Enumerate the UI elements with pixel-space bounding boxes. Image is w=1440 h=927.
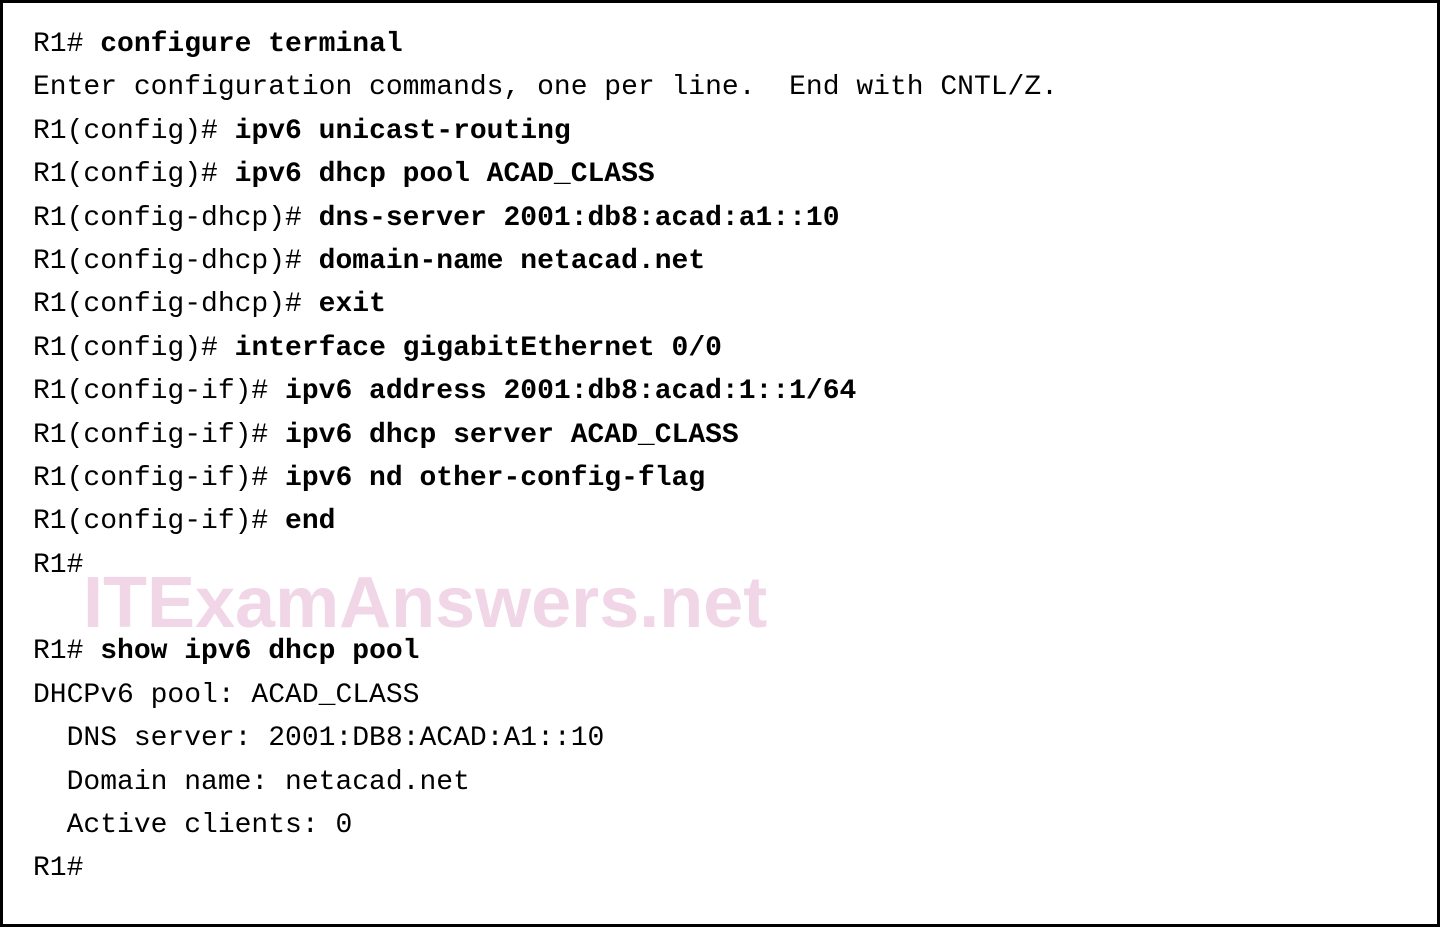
terminal-line: R1# <box>33 544 1407 587</box>
prompt-text: R1# <box>33 636 100 667</box>
prompt-text: R1(config-if)# <box>33 376 285 407</box>
command-text: show ipv6 dhcp pool <box>100 636 419 667</box>
prompt-text: R1(config-if)# <box>33 506 285 537</box>
terminal-line: R1(config-if)# ipv6 address 2001:db8:aca… <box>33 370 1407 413</box>
terminal-line: Domain name: netacad.net <box>33 761 1407 804</box>
terminal-line: R1(config)# ipv6 dhcp pool ACAD_CLASS <box>33 153 1407 196</box>
command-text: dns-server 2001:db8:acad:a1::10 <box>319 203 840 234</box>
prompt-text: R1(config)# <box>33 333 235 364</box>
prompt-text: R1(config-dhcp)# <box>33 246 319 277</box>
terminal-line: R1(config-if)# ipv6 dhcp server ACAD_CLA… <box>33 414 1407 457</box>
terminal-line: R1(config-dhcp)# exit <box>33 283 1407 326</box>
output-text: Enter configuration commands, one per li… <box>33 72 1058 103</box>
command-text: ipv6 address 2001:db8:acad:1::1/64 <box>285 376 856 407</box>
command-text: ipv6 nd other-config-flag <box>285 463 705 494</box>
output-text: Active clients: 0 <box>33 810 352 841</box>
command-text: ipv6 unicast-routing <box>235 116 571 147</box>
prompt-text: R1(config-if)# <box>33 463 285 494</box>
prompt-text: R1(config-dhcp)# <box>33 203 319 234</box>
terminal-line: Enter configuration commands, one per li… <box>33 66 1407 109</box>
terminal-line: DHCPv6 pool: ACAD_CLASS <box>33 674 1407 717</box>
command-text: ipv6 dhcp pool ACAD_CLASS <box>235 159 655 190</box>
terminal-line: R1# <box>33 847 1407 890</box>
terminal-line: DNS server: 2001:DB8:ACAD:A1::10 <box>33 717 1407 760</box>
prompt-text: R1(config)# <box>33 116 235 147</box>
terminal-line: R1(config-if)# end <box>33 500 1407 543</box>
prompt-text: R1(config)# <box>33 159 235 190</box>
terminal-output: R1# configure terminal Enter configuratio… <box>33 23 1407 891</box>
terminal-line: R1(config)# interface gigabitEthernet 0/… <box>33 327 1407 370</box>
output-text: DNS server: 2001:DB8:ACAD:A1::10 <box>33 723 604 754</box>
command-text: ipv6 dhcp server ACAD_CLASS <box>285 420 739 451</box>
command-text: interface gigabitEthernet 0/0 <box>235 333 722 364</box>
terminal-line: R1(config-if)# ipv6 nd other-config-flag <box>33 457 1407 500</box>
terminal-line: R1(config-dhcp)# dns-server 2001:db8:aca… <box>33 197 1407 240</box>
command-text: configure terminal <box>100 29 402 60</box>
terminal-line: R1# show ipv6 dhcp pool <box>33 630 1407 673</box>
terminal-line: Active clients: 0 <box>33 804 1407 847</box>
output-text: Domain name: netacad.net <box>33 767 470 798</box>
terminal-line: R1(config)# ipv6 unicast-routing <box>33 110 1407 153</box>
prompt-text: R1(config-if)# <box>33 420 285 451</box>
command-text: domain-name netacad.net <box>319 246 705 277</box>
terminal-line <box>33 587 1407 630</box>
command-text: exit <box>319 289 386 320</box>
prompt-text: R1# <box>33 550 83 581</box>
command-text: end <box>285 506 335 537</box>
prompt-text: R1# <box>33 853 83 884</box>
terminal-line: R1(config-dhcp)# domain-name netacad.net <box>33 240 1407 283</box>
prompt-text: R1(config-dhcp)# <box>33 289 319 320</box>
output-text: DHCPv6 pool: ACAD_CLASS <box>33 680 419 711</box>
prompt-text: R1# <box>33 29 100 60</box>
terminal-line: R1# configure terminal <box>33 23 1407 66</box>
